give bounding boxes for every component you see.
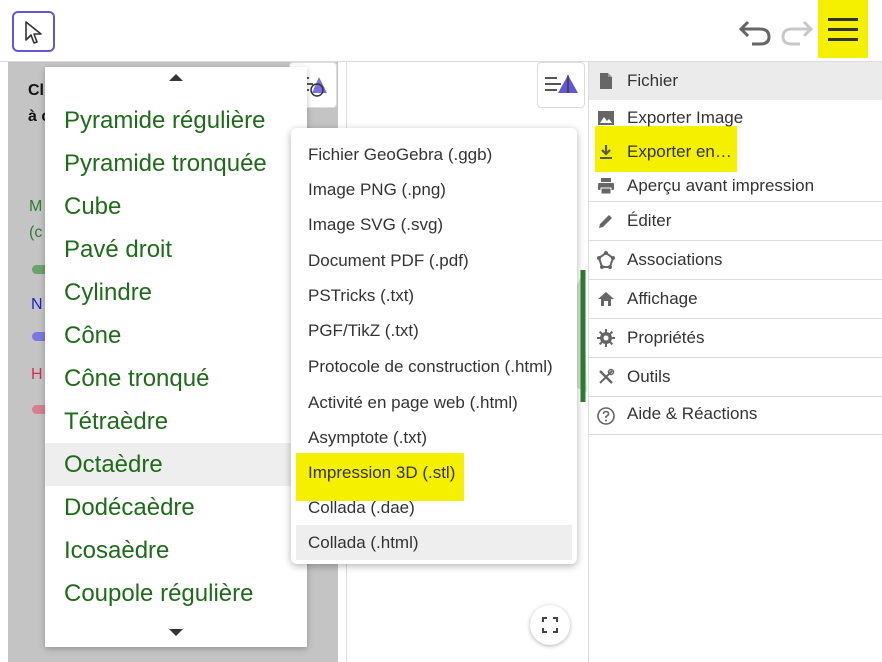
export-label: Protocole de construction (.html) xyxy=(308,357,553,376)
file-icon xyxy=(600,73,612,89)
export-label: Document PDF (.pdf) xyxy=(308,251,469,270)
export-collada-html-option[interactable]: Collada (.html) xyxy=(296,525,572,560)
fullscreen-button[interactable] xyxy=(530,605,570,645)
solid-option-highlighted[interactable]: Octaèdre xyxy=(45,443,307,486)
menu-item-label: Éditer xyxy=(627,211,672,230)
associations-menu-item[interactable]: Associations xyxy=(589,241,882,279)
solid-option[interactable]: Pavé droit xyxy=(45,228,307,271)
export-label: Collada (.dae) xyxy=(308,498,415,517)
scroll-down-arrow-icon[interactable] xyxy=(169,629,183,636)
top-toolbar xyxy=(0,0,882,62)
export-asymptote-option[interactable]: Asymptote (.txt) xyxy=(296,420,572,455)
solid-option[interactable]: Tétraèdre xyxy=(45,400,307,443)
export-label: Collada (.html) xyxy=(308,533,419,552)
solid-option[interactable]: Pyramide régulière xyxy=(45,99,307,142)
menu-item-label: Affichage xyxy=(627,289,698,308)
home-icon xyxy=(598,292,614,306)
menu-item-label: Aperçu avant impression xyxy=(627,176,815,195)
export-stl-option[interactable]: Impression 3D (.stl) xyxy=(296,453,572,501)
solid-option[interactable]: Dodécaèdre xyxy=(45,486,307,529)
hamburger-line xyxy=(828,28,858,31)
export-pdf-option[interactable]: Document PDF (.pdf) xyxy=(296,243,572,278)
export-label: PGF/TikZ (.txt) xyxy=(308,321,419,340)
edit-menu-item[interactable]: Éditer xyxy=(589,202,882,240)
file-menu-label: Fichier xyxy=(627,71,679,90)
properties-menu-item[interactable]: Propriétés xyxy=(589,319,882,357)
file-menu-header[interactable]: Fichier xyxy=(589,62,882,100)
geogebra-window: Cl à c M (c N H Pyramide régulière Pyram… xyxy=(0,0,882,662)
cursor-arrow-icon xyxy=(25,21,42,44)
menu-divider xyxy=(589,434,882,435)
download-icon xyxy=(600,145,612,159)
export-png-option[interactable]: Image PNG (.png) xyxy=(296,172,572,207)
export-pstricks-option[interactable]: PSTricks (.txt) xyxy=(296,278,572,313)
algebra-text: N xyxy=(31,296,43,313)
export-label: Impression 3D (.stl) xyxy=(308,463,456,482)
image-icon xyxy=(598,111,614,125)
export-label: Fichier GeoGebra (.ggb) xyxy=(308,145,493,164)
graphics-style-bar-button[interactable] xyxy=(537,62,585,108)
algebra-text: M xyxy=(29,198,43,215)
menu-item-label: Aide & Réactions xyxy=(627,404,758,423)
fullscreen-icon xyxy=(542,617,558,633)
export-label: Image SVG (.svg) xyxy=(308,215,444,234)
redo-icon[interactable] xyxy=(780,18,814,46)
help-menu-item[interactable]: Aide & Réactions xyxy=(589,397,882,435)
main-menu-button[interactable] xyxy=(818,0,868,58)
solid-option[interactable]: Coupole régulière xyxy=(45,572,307,615)
export-construction-protocol-option[interactable]: Protocole de construction (.html) xyxy=(296,349,572,384)
export-label: Image PNG (.png) xyxy=(308,180,446,199)
menu-item-label: Outils xyxy=(627,367,671,386)
main-menu-panel: Fichier Exporter Image Exporter en… Aper xyxy=(588,62,882,662)
export-svg-option[interactable]: Image SVG (.svg) xyxy=(296,207,572,242)
perspectives-icon xyxy=(597,251,615,269)
export-collada-dae-option[interactable]: Collada (.dae) xyxy=(296,490,572,525)
export-as-item[interactable]: Exporter en… xyxy=(589,139,882,173)
menu-item-label: Propriétés xyxy=(627,328,705,347)
view-menu-item[interactable]: Affichage xyxy=(589,280,882,318)
solid-option[interactable]: Cylindre xyxy=(45,271,307,314)
export-label: Activité en page web (.html) xyxy=(308,393,518,412)
solid-option[interactable]: Cube xyxy=(45,185,307,228)
gear-icon xyxy=(597,329,615,347)
solid-option[interactable]: Cône xyxy=(45,314,307,357)
algebra-text: H xyxy=(31,366,43,383)
pencil-icon xyxy=(599,215,612,228)
undo-icon[interactable] xyxy=(738,18,772,46)
menu-item-label: Exporter Image xyxy=(627,108,744,127)
export-label: PSTricks (.txt) xyxy=(308,286,415,305)
export-ggb-option[interactable]: Fichier GeoGebra (.ggb) xyxy=(296,137,572,172)
solid-option[interactable]: Pyramide tronquée xyxy=(45,142,307,185)
export-web-activity-option[interactable]: Activité en page web (.html) xyxy=(296,385,572,420)
algebra-text: Cl xyxy=(28,82,44,99)
print-icon xyxy=(598,178,614,195)
solid-option[interactable]: Icosaèdre xyxy=(45,529,307,572)
solid-option[interactable]: Cône tronqué xyxy=(45,357,307,400)
algebra-text: (c xyxy=(29,224,43,241)
hamburger-icon xyxy=(828,18,858,21)
hamburger-line xyxy=(828,38,858,41)
export-tikz-option[interactable]: PGF/TikZ (.txt) xyxy=(296,313,572,348)
export-image-item[interactable]: Exporter Image xyxy=(589,105,882,139)
help-icon xyxy=(597,407,615,425)
menu-item-label: Exporter en… xyxy=(627,142,732,161)
export-submenu: Fichier GeoGebra (.ggb) Image PNG (.png)… xyxy=(291,128,577,564)
tools-icon xyxy=(599,368,615,384)
solids-dropdown: Pyramide régulière Pyramide tronquée Cub… xyxy=(45,67,307,647)
scroll-up-arrow-icon[interactable] xyxy=(169,74,183,81)
export-label: Asymptote (.txt) xyxy=(308,428,428,447)
move-tool-button[interactable] xyxy=(12,11,55,52)
style-bar-icon xyxy=(545,75,578,93)
menu-item-label: Associations xyxy=(627,250,723,269)
tools-menu-item[interactable]: Outils xyxy=(589,358,882,396)
